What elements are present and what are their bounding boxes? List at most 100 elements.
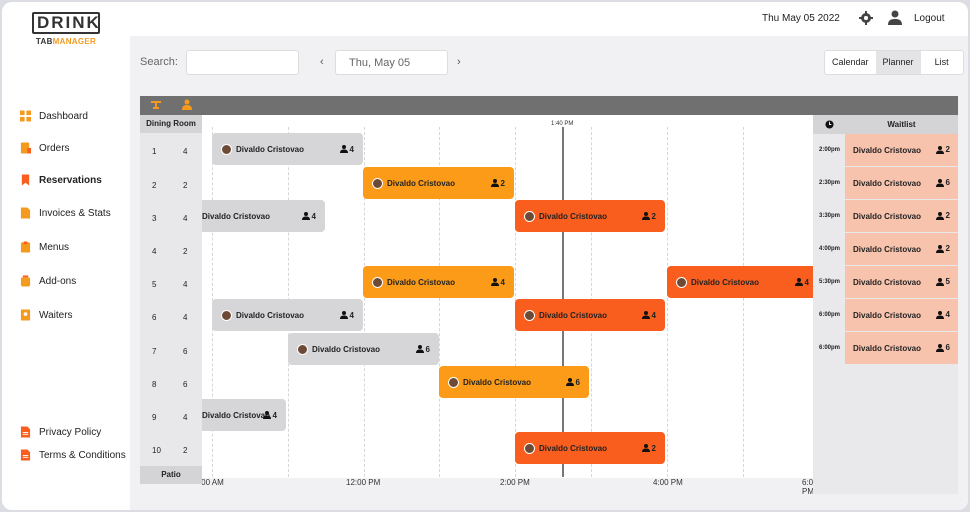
guest-name: Divaldo Cristovao	[539, 211, 608, 221]
table-seats: 6	[183, 347, 188, 356]
logout-link[interactable]: Logout	[914, 13, 945, 24]
logo[interactable]: DRINK TABMANAGER	[32, 12, 100, 46]
party-count: 6	[575, 377, 580, 387]
party-count: 4	[349, 310, 354, 320]
reservation-bar[interactable]: Divaldo Cristovao 4	[667, 266, 813, 298]
waitlist-time: 3:30pm	[819, 213, 841, 219]
grid-line	[667, 127, 668, 477]
party-count: 6	[945, 178, 950, 187]
person-icon	[415, 345, 424, 353]
table-number: 6	[152, 313, 157, 322]
guest-avatar	[524, 442, 535, 454]
person-icon	[490, 179, 499, 187]
party-size: 4	[262, 411, 277, 420]
waitlist-time: 2:00pm	[819, 147, 841, 153]
guest-avatar	[676, 276, 687, 288]
reservation-bar[interactable]: Divaldo Cristovao 4	[202, 200, 325, 232]
party-count: 2	[651, 211, 656, 221]
person-icon	[339, 311, 348, 319]
waitlist-item[interactable]: Divaldo Cristovao 2	[845, 233, 958, 265]
table-seats: 2	[183, 181, 188, 190]
time-label: 10:00 AM	[202, 478, 224, 487]
party-size: 4	[339, 310, 354, 320]
nav-dashboard[interactable]: Dashboard	[20, 110, 88, 122]
waitlist-time: 5:30pm	[819, 279, 841, 285]
guest-avatar	[372, 177, 383, 189]
person-icon[interactable]	[182, 99, 192, 110]
guest-name: Divaldo Cristovao	[236, 310, 305, 320]
gear-icon[interactable]	[859, 11, 873, 25]
party-count: 2	[500, 178, 505, 188]
nav-terms[interactable]: Terms & Conditions	[20, 449, 126, 461]
party-count: 5	[945, 277, 950, 286]
waitlist-item[interactable]: Divaldo Cristovao 2	[845, 200, 958, 232]
reservation-bar[interactable]: Divaldo Cristovao 2	[363, 167, 514, 199]
reservation-bar[interactable]: Divaldo Cristovao 4	[515, 299, 665, 331]
reservation-bar[interactable]: Divaldo Cristovao 2	[515, 200, 665, 232]
person-icon	[935, 310, 944, 319]
guest-name: Divaldo Cristovao	[853, 278, 922, 287]
party-size: 4	[794, 278, 809, 287]
waitlist-time: 2:30pm	[819, 180, 841, 186]
waitlist-item[interactable]: Divaldo Cristovao 6	[845, 332, 958, 364]
search-input[interactable]	[186, 50, 299, 75]
party-size: 4	[641, 311, 656, 320]
invoice-icon	[20, 207, 31, 219]
reservation-bar[interactable]: Divaldo Cristovao 2	[515, 432, 665, 464]
nav-label: Dashboard	[39, 110, 88, 122]
waitlist-item[interactable]: Divaldo Cristovao 6	[845, 167, 958, 199]
person-icon	[935, 244, 944, 253]
guest-name: Divaldo Cristovao	[853, 245, 922, 254]
nav-reservations[interactable]: Reservations	[20, 174, 102, 186]
nav-invoices[interactable]: Invoices & Stats	[20, 207, 111, 219]
reservation-bar[interactable]: Divaldo Cristovao 4	[363, 266, 514, 298]
nav-addons[interactable]: Add-ons	[20, 275, 76, 287]
nav-orders[interactable]: Orders	[20, 142, 70, 154]
prev-date-button[interactable]: ‹	[320, 56, 324, 68]
document-icon	[20, 426, 31, 438]
waitlist-item[interactable]: Divaldo Cristovao 2	[845, 134, 958, 166]
planner-grid: 1:40 PM Divaldo Cristovao 4 Divaldo Cristo…	[202, 115, 813, 510]
clock-icon	[825, 120, 834, 129]
waitlist-item[interactable]: Divaldo Cristovao 4	[845, 299, 958, 331]
waitlist-item[interactable]: Divaldo Cristovao 5	[845, 266, 958, 298]
waiter-icon	[20, 309, 31, 321]
table-number: 9	[152, 413, 157, 422]
reservation-bar[interactable]: Divaldo Cristovao 6	[439, 366, 589, 398]
nav-menus[interactable]: Menus	[20, 241, 69, 253]
date-picker[interactable]: Thu, May 05	[335, 50, 448, 75]
person-icon	[935, 145, 944, 154]
table-number: 8	[152, 380, 157, 389]
tab-list[interactable]: List	[921, 51, 963, 74]
nav-label: Terms & Conditions	[39, 449, 126, 461]
time-label: 4:00 PM	[653, 478, 683, 487]
tab-planner[interactable]: Planner	[875, 51, 921, 74]
guest-name: Divaldo Cristovao	[463, 377, 532, 387]
person-icon	[641, 212, 650, 220]
table-number: 10	[152, 446, 161, 455]
nav-privacy[interactable]: Privacy Policy	[20, 426, 101, 438]
person-icon	[565, 378, 574, 386]
nav-waiters[interactable]: Waiters	[20, 309, 73, 321]
topbar: Thu May 05 2022 Logout	[130, 2, 968, 36]
tab-calendar[interactable]: Calendar	[825, 51, 876, 74]
table-seats: 6	[183, 380, 188, 389]
guest-avatar	[297, 343, 308, 355]
table-icon[interactable]	[151, 99, 161, 110]
guest-name: Divaldo Cristovao	[853, 212, 922, 221]
party-count: 2	[945, 211, 950, 220]
guest-name: Divaldo Cristovao	[853, 311, 922, 320]
nav-label: Invoices & Stats	[39, 207, 111, 219]
reservation-bar[interactable]: Divaldo Cristovao 4	[212, 133, 363, 165]
reservation-bar[interactable]: Divaldo Cristovao 4	[202, 399, 286, 431]
waitlist-time: 6:00pm	[819, 312, 841, 318]
guest-avatar	[221, 309, 232, 321]
reservation-bar[interactable]: Divaldo Cristovao 6	[288, 333, 439, 365]
nav-label: Waiters	[39, 309, 73, 321]
app-window: DRINK TABMANAGER Dashboard Orders Reserv…	[2, 2, 968, 510]
user-icon[interactable]	[888, 10, 902, 25]
time-label: 12:00 PM	[346, 478, 381, 487]
reservation-bar[interactable]: Divaldo Cristovao 4	[212, 299, 363, 331]
party-size: 2	[641, 444, 656, 453]
next-date-button[interactable]: ›	[457, 56, 461, 68]
